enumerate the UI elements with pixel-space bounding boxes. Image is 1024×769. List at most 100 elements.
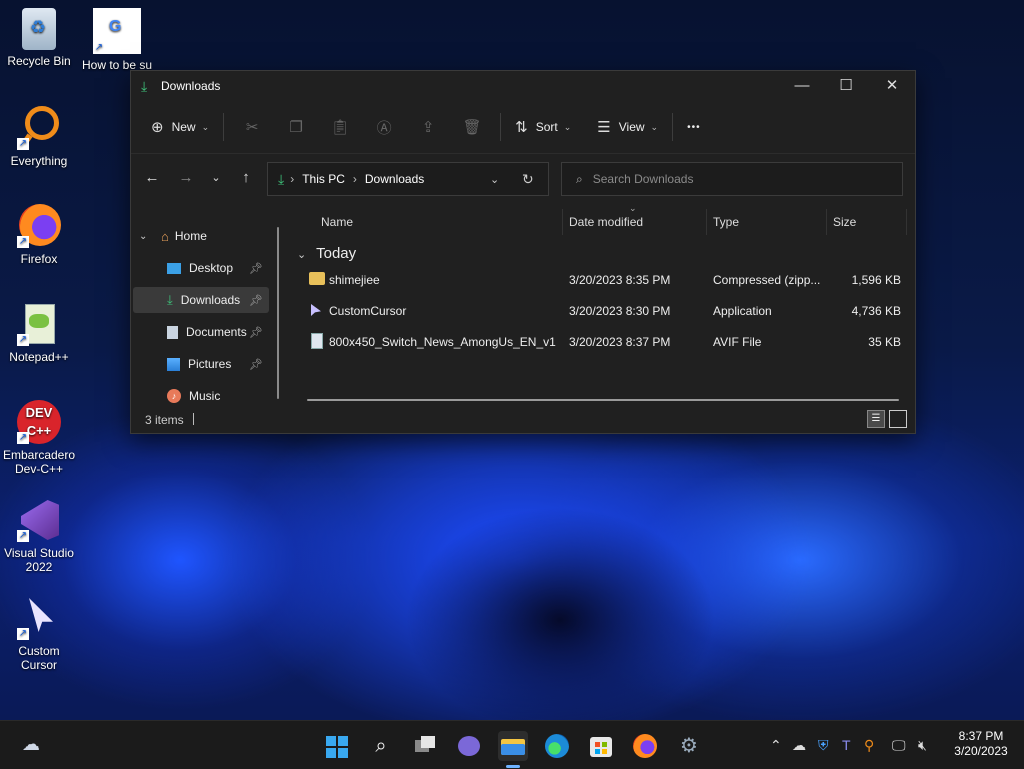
desktop-icon-firefox[interactable]: ↗ Firefox — [2, 204, 76, 266]
file-size: 35 KB — [868, 335, 901, 349]
view-button[interactable]: ☰ View ⌄ — [589, 111, 666, 143]
details-view-button[interactable]: ☰ — [867, 410, 885, 428]
desktop-icon-everything[interactable]: ↗ Everything — [2, 106, 76, 168]
minimize-button[interactable]: — — [779, 71, 825, 101]
breadcrumb-separator-icon: › — [352, 172, 357, 186]
column-header-name[interactable]: Name — [321, 215, 353, 229]
microsoft-store-icon[interactable] — [586, 731, 616, 761]
desktop-icon-custom-cursor[interactable]: ↗ Custom Cursor — [2, 596, 76, 672]
refresh-icon[interactable]: ↻ — [522, 171, 534, 188]
group-header-today[interactable]: ⌄ Today — [297, 245, 356, 262]
horizontal-scrollbar[interactable] — [307, 399, 899, 401]
sidebar-item-downloads[interactable]: ⤓ Downloads 📌︎ — [133, 287, 269, 313]
music-icon: ♪ — [167, 389, 181, 403]
column-divider[interactable] — [826, 209, 827, 235]
google-doc-icon: G ↗ — [93, 8, 141, 54]
delete-icon[interactable]: 🗑︎ — [450, 118, 494, 136]
group-label: Today — [316, 245, 357, 262]
address-dropdown-icon[interactable]: ⌄ — [490, 173, 499, 186]
collapse-chevron-icon: ⌄ — [297, 249, 307, 261]
sort-indicator-icon: ⌄ — [629, 203, 637, 213]
task-view-icon[interactable] — [410, 731, 440, 761]
navigation-pane: ⌄ ⌂ Home Desktop 📌︎ ⤓ Downloads 📌︎ Docum… — [131, 201, 281, 407]
share-icon[interactable]: ⇪ — [406, 118, 450, 136]
cut-icon[interactable]: ✂ — [230, 118, 274, 136]
notepadpp-icon: ↗ — [17, 302, 61, 346]
toolbar-divider — [672, 113, 674, 141]
file-explorer-taskbar-icon[interactable] — [498, 731, 528, 761]
show-hidden-icons-chevron-icon[interactable]: ⌃ — [770, 737, 782, 754]
file-row[interactable]: CustomCursor 3/20/2023 8:30 PM Applicati… — [289, 296, 909, 326]
rename-icon[interactable]: Ⓐ — [362, 117, 406, 138]
network-monitor-icon[interactable]: 🖵︎ — [892, 737, 906, 754]
sidebar-item-home[interactable]: ⌄ ⌂ Home — [139, 223, 279, 249]
maximize-button[interactable]: ☐ — [823, 71, 869, 101]
desktop-icon-notepadpp[interactable]: ↗ Notepad++ — [2, 302, 76, 364]
security-shield-icon[interactable]: ⛨ — [818, 737, 829, 754]
shortcut-arrow-icon: ↗ — [17, 432, 29, 444]
search-icon[interactable]: ⌕ — [366, 731, 396, 761]
sort-button[interactable]: ⇅ Sort ⌄ — [507, 111, 579, 143]
column-header-size[interactable]: Size — [833, 215, 856, 229]
sidebar-item-pictures[interactable]: Pictures 📌︎ — [133, 351, 269, 377]
weather-cloud-icon[interactable]: ☁ — [16, 729, 46, 759]
clock[interactable]: 8:37 PM 3/20/2023 — [946, 729, 1016, 759]
file-row[interactable]: shimejiee 3/20/2023 8:35 PM Compressed (… — [289, 265, 909, 295]
volume-muted-icon[interactable]: 🔇︎ — [918, 737, 927, 754]
command-bar: ⊕ New ⌄ ✂ ❐ 📋︎ Ⓐ ⇪ 🗑︎ ⇅ Sort ⌄ ☰ View ⌄ … — [131, 101, 915, 154]
onedrive-cloud-icon[interactable]: ☁ — [792, 737, 806, 754]
close-button[interactable]: ✕ — [869, 71, 915, 101]
paste-icon[interactable]: 📋︎ — [318, 118, 362, 136]
sidebar-item-label: Music — [189, 389, 221, 403]
settings-gear-icon[interactable]: ⚙ — [674, 731, 704, 761]
search-box[interactable]: ⌕ Search Downloads — [561, 162, 903, 196]
teams-icon[interactable]: T — [842, 737, 851, 753]
column-divider[interactable] — [706, 209, 707, 235]
chat-icon[interactable] — [454, 731, 484, 761]
sidebar-scrollbar[interactable] — [277, 227, 279, 399]
breadcrumb-downloads[interactable]: Downloads — [365, 172, 424, 186]
recent-chevron-icon[interactable]: ⌄ — [201, 171, 231, 184]
everything-tray-icon[interactable]: ⚲ — [864, 737, 874, 754]
sidebar-item-label: Downloads — [180, 293, 241, 307]
file-name: shimejiee — [329, 273, 380, 287]
breadcrumb-this-pc[interactable]: This PC — [302, 172, 345, 186]
start-windows-icon[interactable] — [322, 731, 352, 761]
edge-icon[interactable] — [542, 731, 572, 761]
pin-icon[interactable]: 📌︎ — [249, 294, 263, 307]
back-arrow-icon[interactable]: ← — [137, 169, 167, 186]
file-explorer-window[interactable]: ⤓ Downloads — ☐ ✕ ⊕ New ⌄ ✂ ❐ 📋︎ Ⓐ ⇪ 🗑︎ … — [130, 70, 916, 434]
desktop-icon-recycle-bin[interactable]: ♻ Recycle Bin — [2, 8, 76, 68]
sidebar-item-music[interactable]: ♪ Music — [133, 383, 269, 409]
up-arrow-icon[interactable]: ↑ — [231, 169, 261, 186]
download-icon: ⤓ — [167, 292, 173, 307]
desktop-icon-visual-studio[interactable]: ↗ Visual Studio 2022 — [2, 498, 76, 574]
pin-icon[interactable]: 📌︎ — [249, 262, 263, 275]
title-bar[interactable]: ⤓ Downloads — ☐ ✕ — [131, 71, 915, 101]
address-bar[interactable]: ⤓ › This PC › Downloads ⌄ ↻ — [267, 162, 549, 196]
desktop-icon-shortcut-doc[interactable]: G ↗ How to be suspiciou... — [78, 8, 156, 72]
more-options-button[interactable]: ••• — [679, 111, 709, 143]
pin-icon[interactable]: 📌︎ — [249, 358, 263, 371]
file-type: Application — [713, 304, 772, 318]
tiles-view-button[interactable] — [889, 410, 907, 428]
expand-chevron-icon: ⌄ — [139, 230, 148, 242]
column-header-date[interactable]: Date modified — [569, 215, 643, 229]
desktop-icon-devcpp[interactable]: DEV C++ ↗ Embarcadero Dev-C++ — [2, 400, 76, 476]
sidebar-item-documents[interactable]: Documents 📌︎ — [133, 319, 269, 345]
file-date: 3/20/2023 8:35 PM — [569, 273, 671, 287]
firefox-taskbar-icon[interactable] — [630, 731, 660, 761]
plus-circle-icon: ⊕ — [151, 119, 164, 136]
pin-icon[interactable]: 📌︎ — [249, 326, 263, 339]
forward-arrow-icon[interactable]: → — [171, 169, 201, 186]
file-row[interactable]: 800x450_Switch_News_AmongUs_EN_v1 3/20/2… — [289, 327, 909, 357]
new-button[interactable]: ⊕ New ⌄ — [143, 111, 217, 143]
sidebar-item-desktop[interactable]: Desktop 📌︎ — [133, 255, 269, 281]
column-divider[interactable] — [562, 209, 563, 235]
file-size: 1,596 KB — [851, 273, 901, 287]
copy-icon[interactable]: ❐ — [274, 118, 318, 136]
column-divider[interactable] — [906, 209, 907, 235]
item-count: 3 items — [145, 413, 184, 427]
column-header-type[interactable]: Type — [713, 215, 739, 229]
window-title: Downloads — [161, 79, 221, 93]
